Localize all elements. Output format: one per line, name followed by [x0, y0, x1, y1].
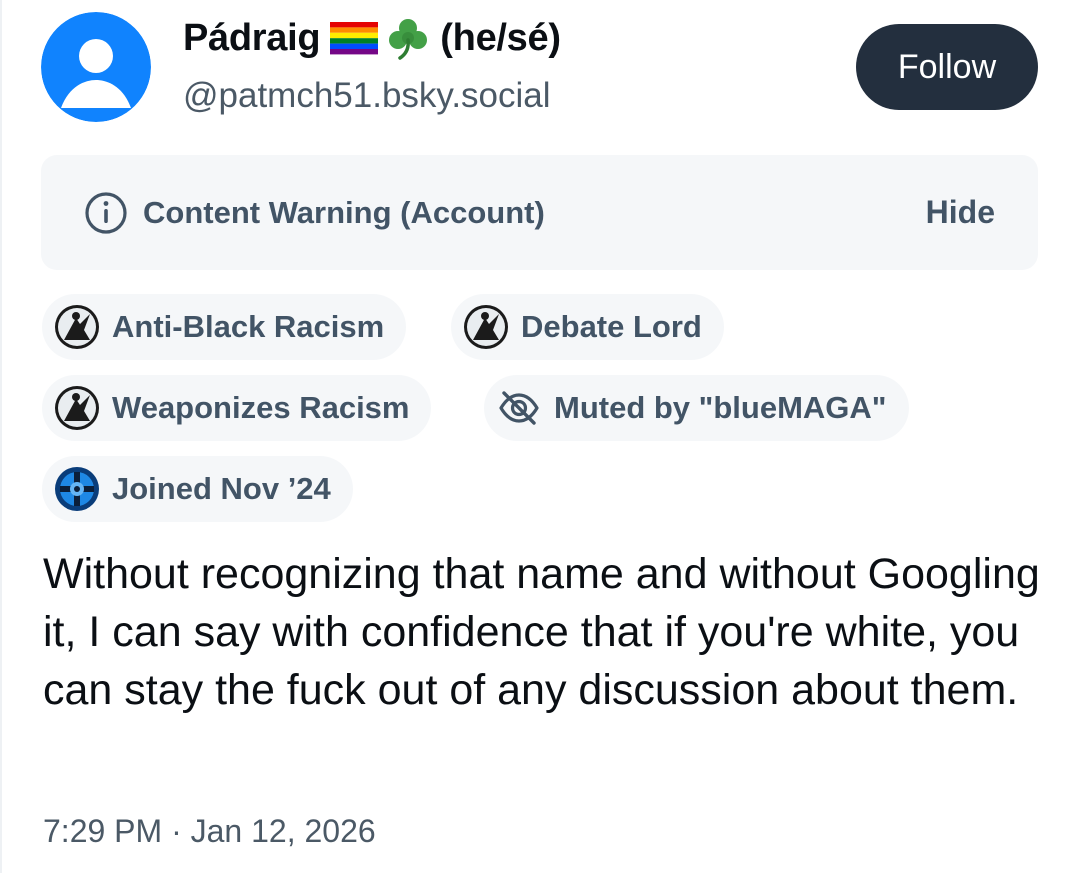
label-text: Anti-Black Racism [112, 309, 385, 344]
content-warning-details[interactable]: Content Warning (Account) [83, 155, 545, 270]
hide-button[interactable]: Hide [926, 155, 995, 270]
author-display-name[interactable]: Pádraig [183, 17, 321, 60]
label-chip-muted-by[interactable]: Muted by "blueMAGA" [484, 375, 909, 441]
eye-slash-icon [499, 391, 539, 425]
label-chip-weaponizes-racism[interactable]: Weaponizes Racism [42, 375, 432, 441]
labeler-avatar-icon [55, 386, 99, 430]
author-name-line[interactable]: Pádraig (he/sé) [183, 16, 561, 60]
default-avatar-icon [41, 12, 151, 122]
follow-button[interactable]: Follow [856, 24, 1038, 110]
labeler-avatar-icon [55, 467, 99, 511]
content-warning-banner: Content Warning (Account) Hide [41, 155, 1038, 270]
label-chip-anti-black-racism[interactable]: Anti-Black Racism [42, 294, 407, 360]
content-warning-label: Content Warning (Account) [143, 194, 545, 230]
author-handle[interactable]: @patmch51.bsky.social [183, 76, 551, 116]
post-text: Without recognizing that name and withou… [43, 550, 1040, 714]
thread-rule [0, 0, 2, 873]
shamrock-icon [389, 19, 428, 60]
labeler-avatar-icon [55, 305, 99, 349]
label-text: Joined Nov ’24 [112, 471, 331, 506]
labeler-avatar-icon [464, 305, 508, 349]
rainbow-flag-icon [330, 22, 379, 55]
label-chip-debate-lord[interactable]: Debate Lord [451, 294, 724, 360]
label-text: Muted by "blueMAGA" [554, 390, 887, 425]
label-chip-joined[interactable]: Joined Nov ’24 [42, 456, 353, 522]
info-circle-icon [85, 191, 127, 234]
post-timestamp[interactable]: 7:29 PM · Jan 12, 2026 [43, 813, 376, 850]
author-pronouns: (he/sé) [440, 16, 561, 59]
label-text: Weaponizes Racism [112, 390, 410, 425]
label-text: Debate Lord [521, 309, 702, 344]
author-avatar[interactable] [41, 12, 151, 122]
